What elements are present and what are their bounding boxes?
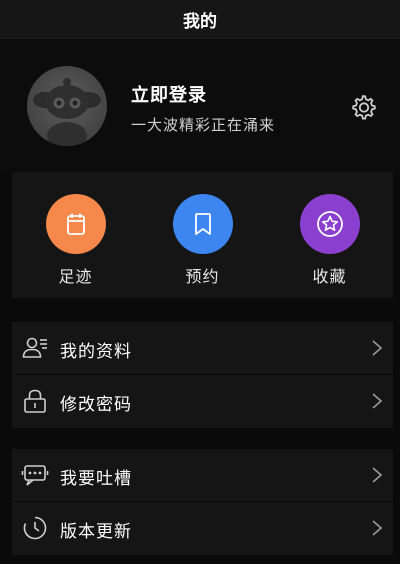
shortcut-footprint-label: 足迹: [58, 267, 93, 286]
chevron-right-icon: [371, 519, 383, 537]
menu-group-account: 我的资料 修改密码: [12, 322, 393, 428]
menu-item-version-update[interactable]: 版本更新: [12, 501, 393, 554]
chat-bubble-icon: [21, 462, 49, 488]
clock-icon: [21, 515, 49, 541]
star-icon: [299, 194, 360, 254]
menu-item-label: 版本更新: [60, 522, 132, 542]
menu-item-my-profile[interactable]: 我的资料: [12, 322, 393, 374]
profile-subtitle: 一大波精彩正在涌来: [131, 116, 276, 134]
menu-item-label: 修改密码: [60, 395, 132, 415]
profile-card-icon: [21, 335, 49, 361]
top-bar: 我的: [0, 0, 400, 39]
shortcut-footprint[interactable]: 足迹: [12, 172, 139, 298]
chevron-right-icon: [371, 339, 383, 357]
page-title: 我的: [183, 11, 217, 32]
my-page-screen: 我的 立即登录 一大波精彩正在涌来 足迹 预约 收藏 我的资料 修改密码 我要吐…: [0, 0, 400, 564]
shortcut-panel: 足迹 预约 收藏: [12, 172, 393, 298]
menu-item-label: 我的资料: [60, 342, 132, 362]
menu-item-feedback[interactable]: 我要吐槽: [12, 449, 393, 501]
login-prompt[interactable]: 立即登录: [131, 81, 207, 107]
footprint-icon: [45, 194, 106, 254]
default-avatar-icon[interactable]: [27, 66, 107, 146]
shortcut-reservation[interactable]: 预约: [139, 172, 266, 298]
shortcut-reservation-label: 预约: [185, 267, 220, 286]
lock-icon: [21, 388, 49, 414]
chevron-right-icon: [371, 466, 383, 484]
gear-icon[interactable]: [349, 93, 377, 121]
profile-header[interactable]: 立即登录 一大波精彩正在涌来: [0, 39, 400, 171]
menu-item-change-password[interactable]: 修改密码: [12, 374, 393, 427]
menu-item-label: 我要吐槽: [60, 469, 132, 489]
shortcut-favorites[interactable]: 收藏: [266, 172, 393, 298]
bookmark-icon: [172, 194, 233, 254]
menu-group-other: 我要吐槽 版本更新: [12, 449, 393, 555]
shortcut-favorites-label: 收藏: [312, 267, 347, 286]
chevron-right-icon: [371, 392, 383, 410]
